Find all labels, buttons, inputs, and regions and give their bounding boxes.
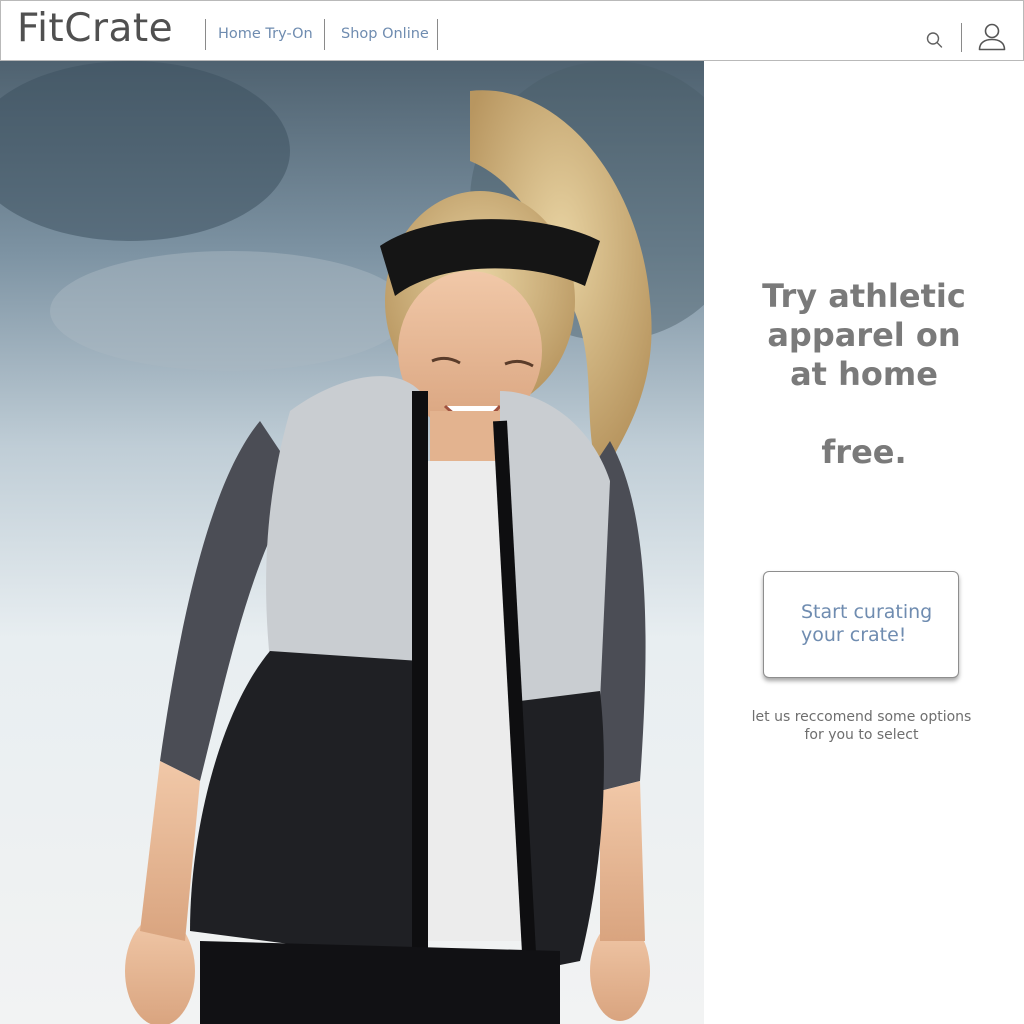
nav-divider <box>324 19 325 50</box>
headline-line-1: Try athletic <box>762 277 966 315</box>
nav-divider <box>961 23 962 52</box>
nav-link-home-try-on[interactable]: Home Try-On <box>218 24 313 44</box>
start-curating-label: Start curating your crate! <box>801 601 933 646</box>
search-icon[interactable] <box>925 30 945 50</box>
brand-logo[interactable]: FitCrate <box>17 6 173 52</box>
headline-free: free. <box>821 433 907 471</box>
promo-panel: Try athletic apparel on at home free. St… <box>704 61 1024 1024</box>
nav-divider <box>205 19 206 50</box>
hero-photo <box>0 61 704 1024</box>
top-nav-bar: FitCrate Home Try-On Shop Online <box>0 0 1024 61</box>
nav-divider <box>437 19 438 50</box>
start-curating-button[interactable]: Start curating your crate! <box>763 571 959 678</box>
nav-link-shop-online[interactable]: Shop Online <box>341 24 429 44</box>
headline-line-2: apparel on <box>767 316 961 354</box>
recommendation-note: let us reccomend some options for you to… <box>751 709 972 743</box>
page: FitCrate Home Try-On Shop Online Try ath… <box>0 0 1024 1024</box>
headline-line-3: at home <box>790 355 938 393</box>
user-icon[interactable] <box>976 21 1008 53</box>
